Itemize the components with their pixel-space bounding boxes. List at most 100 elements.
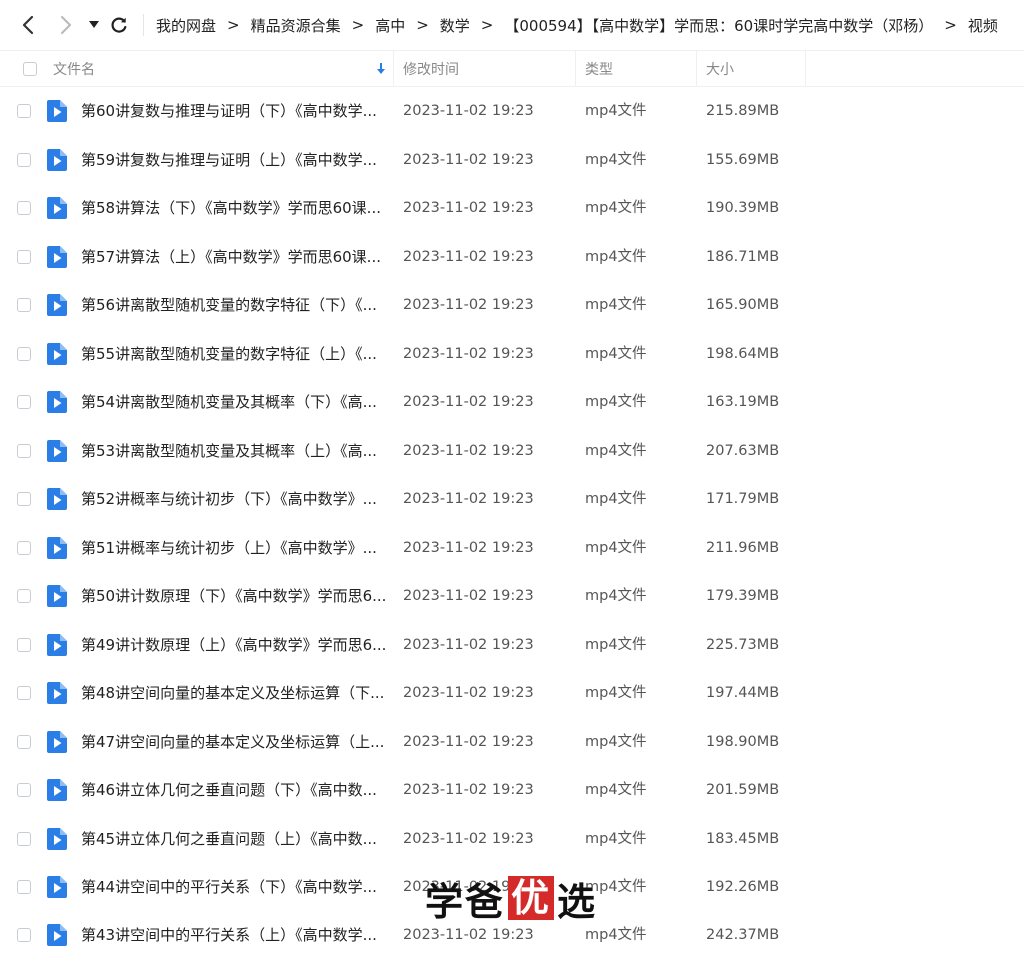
- file-row[interactable]: 第55讲离散型随机变量的数字特征（上）《... 2023-11-02 19:23…: [0, 330, 1024, 378]
- column-header-name[interactable]: 文件名: [53, 51, 95, 86]
- file-name[interactable]: 第58讲算法（下）《高中数学》学而思60课...: [81, 184, 381, 232]
- file-name[interactable]: 第47讲空间向量的基本定义及坐标运算（上...: [81, 718, 384, 766]
- column-divider[interactable]: [696, 51, 697, 86]
- breadcrumb-separator: >: [944, 16, 957, 34]
- row-checkbox[interactable]: [17, 541, 31, 555]
- breadcrumb-item-video[interactable]: 视频: [968, 15, 998, 36]
- file-size: 198.90MB: [706, 734, 780, 750]
- file-name[interactable]: 第54讲离散型随机变量及其概率（下）《高...: [81, 378, 377, 426]
- row-checkbox[interactable]: [17, 395, 31, 409]
- row-checkbox[interactable]: [17, 250, 31, 264]
- file-modified-time: 2023-11-02 19:23: [403, 297, 534, 313]
- row-checkbox[interactable]: [17, 880, 31, 894]
- row-checkbox[interactable]: [17, 201, 31, 215]
- row-checkbox[interactable]: [17, 104, 31, 118]
- file-row[interactable]: 第53讲离散型随机变量及其概率（上）《高... 2023-11-02 19:23…: [0, 427, 1024, 475]
- file-modified-time: 2023-11-02 19:23: [403, 588, 534, 604]
- video-file-icon: [47, 924, 67, 946]
- column-divider[interactable]: [575, 51, 576, 86]
- file-row[interactable]: 第60讲复数与推理与证明（下）《高中数学... 2023-11-02 19:23…: [0, 87, 1024, 135]
- file-name[interactable]: 第53讲离散型随机变量及其概率（上）《高...: [81, 427, 377, 475]
- file-size: 186.71MB: [706, 249, 780, 265]
- row-checkbox[interactable]: [17, 735, 31, 749]
- row-checkbox[interactable]: [17, 589, 31, 603]
- file-name[interactable]: 第60讲复数与推理与证明（下）《高中数学...: [81, 87, 377, 135]
- file-row[interactable]: 第56讲离散型随机变量的数字特征（下）《... 2023-11-02 19:23…: [0, 281, 1024, 329]
- file-name[interactable]: 第59讲复数与推理与证明（上）《高中数学...: [81, 136, 377, 184]
- file-row[interactable]: 第58讲算法（下）《高中数学》学而思60课... 2023-11-02 19:2…: [0, 184, 1024, 232]
- select-all-checkbox[interactable]: [23, 61, 37, 76]
- breadcrumb: 我的网盘 > 精品资源合集 > 高中 > 数学 > 【000594】【高中数学】…: [156, 0, 998, 50]
- row-checkbox[interactable]: [17, 444, 31, 458]
- row-checkbox[interactable]: [17, 638, 31, 652]
- file-row[interactable]: 第45讲立体几何之垂直问题（上）《高中数... 2023-11-02 19:23…: [0, 815, 1024, 863]
- back-button[interactable]: [16, 13, 40, 37]
- file-row[interactable]: 第52讲概率与统计初步（下）《高中数学》... 2023-11-02 19:23…: [0, 475, 1024, 523]
- file-row[interactable]: 第50讲计数原理（下）《高中数学》学而思6... 2023-11-02 19:2…: [0, 572, 1024, 620]
- file-size: 198.64MB: [706, 346, 780, 362]
- file-row[interactable]: 第59讲复数与推理与证明（上）《高中数学... 2023-11-02 19:23…: [0, 136, 1024, 184]
- breadcrumb-item-collection[interactable]: 精品资源合集: [251, 15, 341, 36]
- file-size: 165.90MB: [706, 297, 780, 313]
- file-type: mp4文件: [585, 685, 647, 701]
- file-size: 242.37MB: [706, 927, 780, 943]
- file-type: mp4文件: [585, 200, 647, 216]
- row-checkbox[interactable]: [17, 783, 31, 797]
- video-file-icon: [47, 197, 67, 219]
- row-checkbox[interactable]: [17, 928, 31, 942]
- forward-button[interactable]: [54, 13, 78, 37]
- file-row[interactable]: 第51讲概率与统计初步（上）《高中数学》... 2023-11-02 19:23…: [0, 524, 1024, 572]
- row-checkbox[interactable]: [17, 832, 31, 846]
- history-dropdown-button[interactable]: [82, 13, 106, 37]
- file-name[interactable]: 第46讲立体几何之垂直问题（下）《高中数...: [81, 766, 377, 814]
- file-name[interactable]: 第52讲概率与统计初步（下）《高中数学》...: [81, 475, 377, 523]
- column-header-size[interactable]: 大小: [706, 51, 734, 86]
- file-name[interactable]: 第57讲算法（上）《高中数学》学而思60课...: [81, 233, 381, 281]
- breadcrumb-item-course[interactable]: 【000594】【高中数学】学而思：60课时学完高中数学（邓杨）: [504, 15, 933, 36]
- file-name[interactable]: 第49讲计数原理（上）《高中数学》学而思6...: [81, 621, 386, 669]
- row-checkbox[interactable]: [17, 686, 31, 700]
- chevron-right-icon: [60, 15, 72, 35]
- breadcrumb-item-math[interactable]: 数学: [440, 15, 470, 36]
- file-name[interactable]: 第43讲空间中的平行关系（上）《高中数学...: [81, 911, 377, 959]
- breadcrumb-separator: >: [416, 16, 429, 34]
- file-row[interactable]: 第47讲空间向量的基本定义及坐标运算（上... 2023-11-02 19:23…: [0, 718, 1024, 766]
- file-name[interactable]: 第45讲立体几何之垂直问题（上）《高中数...: [81, 815, 377, 863]
- file-row[interactable]: 第48讲空间向量的基本定义及坐标运算（下... 2023-11-02 19:23…: [0, 669, 1024, 717]
- refresh-icon: [111, 17, 127, 33]
- file-row[interactable]: 第49讲计数原理（上）《高中数学》学而思6... 2023-11-02 19:2…: [0, 621, 1024, 669]
- refresh-button[interactable]: [107, 13, 131, 37]
- select-all-checkbox-cell[interactable]: [23, 51, 37, 86]
- column-divider[interactable]: [393, 51, 394, 86]
- file-modified-time: 2023-11-02 19:23: [403, 540, 534, 556]
- file-size: 192.26MB: [706, 879, 780, 895]
- row-checkbox[interactable]: [17, 298, 31, 312]
- file-name[interactable]: 第56讲离散型随机变量的数字特征（下）《...: [81, 281, 377, 329]
- row-checkbox[interactable]: [17, 153, 31, 167]
- file-name[interactable]: 第48讲空间向量的基本定义及坐标运算（下...: [81, 669, 384, 717]
- breadcrumb-item-highschool[interactable]: 高中: [375, 15, 405, 36]
- video-file-icon: [47, 246, 67, 268]
- sort-button[interactable]: [376, 51, 386, 86]
- file-modified-time: 2023-11-02 19:23: [403, 443, 534, 459]
- file-row[interactable]: 第46讲立体几何之垂直问题（下）《高中数... 2023-11-02 19:23…: [0, 766, 1024, 814]
- file-size: 183.45MB: [706, 831, 780, 847]
- file-type: mp4文件: [585, 782, 647, 798]
- file-modified-time: 2023-11-02 19:23: [403, 200, 534, 216]
- column-header-type[interactable]: 类型: [585, 51, 613, 86]
- breadcrumb-item-root[interactable]: 我的网盘: [156, 15, 216, 36]
- file-size: 155.69MB: [706, 152, 780, 168]
- row-checkbox[interactable]: [17, 347, 31, 361]
- file-type: mp4文件: [585, 297, 647, 313]
- file-name[interactable]: 第50讲计数原理（下）《高中数学》学而思6...: [81, 572, 386, 620]
- file-row[interactable]: 第57讲算法（上）《高中数学》学而思60课... 2023-11-02 19:2…: [0, 233, 1024, 281]
- video-file-icon: [47, 682, 67, 704]
- file-size: 171.79MB: [706, 491, 780, 507]
- file-name[interactable]: 第55讲离散型随机变量的数字特征（上）《...: [81, 330, 377, 378]
- column-header-modified[interactable]: 修改时间: [403, 51, 459, 86]
- column-divider[interactable]: [805, 51, 806, 86]
- file-name[interactable]: 第44讲空间中的平行关系（下）《高中数学...: [81, 863, 377, 911]
- file-name[interactable]: 第51讲概率与统计初步（上）《高中数学》...: [81, 524, 377, 572]
- file-row[interactable]: 第54讲离散型随机变量及其概率（下）《高... 2023-11-02 19:23…: [0, 378, 1024, 426]
- row-checkbox[interactable]: [17, 492, 31, 506]
